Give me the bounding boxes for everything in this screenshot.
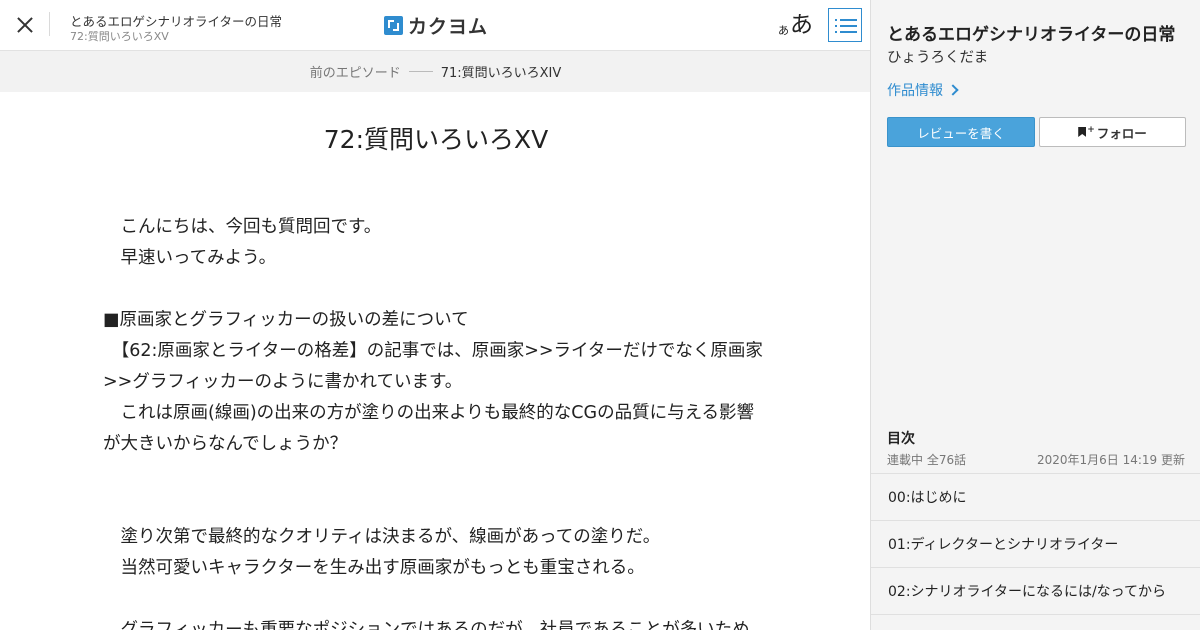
font-size-large-glyph: あ (790, 12, 813, 38)
prev-episode-link[interactable]: 前のエピソード (310, 62, 401, 81)
side-work-title[interactable]: とあるエロゲシナリオライターの日常 (887, 20, 1175, 45)
toc-item[interactable]: 02:シナリオライターになるには/なってから (871, 568, 1200, 615)
body-paragraph (103, 584, 769, 615)
chevron-right-icon (947, 84, 959, 96)
body-paragraph: 早速いってみよう。 (103, 248, 277, 268)
bookmark-icon (1078, 127, 1087, 137)
write-review-button[interactable]: レビューを書く (887, 117, 1035, 147)
kakuyomu-logo[interactable]: カクヨム (384, 13, 489, 38)
body-paragraph: 塗り次第で最終的なクオリティは決まるが、線画があっての塗りだ。 (103, 527, 661, 547)
list-icon (835, 19, 837, 21)
body-paragraph: これは原画(線画)の出来の方が塗りの出来よりも最終的なCGの品質に与える影響が大… (103, 403, 755, 454)
toc-item[interactable]: 01:ディレクターとシナリオライター (871, 521, 1200, 568)
body-paragraph: ■原画家とグラフィッカーの扱いの差について (103, 310, 469, 330)
body-paragraph (103, 460, 769, 491)
side-author[interactable]: ひょうろくだま (887, 46, 988, 67)
follow-label: フォロー (1096, 125, 1147, 141)
body-paragraph (103, 491, 769, 522)
toc-heading: 目次 (887, 431, 915, 447)
episode-nav: 前のエピソード 71:質問いろいろXIV (0, 51, 871, 92)
prev-episode-title[interactable]: 71:質問いろいろXIV (441, 62, 562, 81)
episode-content: 72:質問いろいろXV こんにちは、今回も質問回です。 早速いってみよう。 ■原… (103, 92, 769, 630)
close-icon[interactable] (14, 14, 36, 36)
body-paragraph (103, 274, 769, 305)
logo-text: カクヨム (408, 15, 489, 38)
work-info-link[interactable]: 作品情報 (887, 80, 959, 100)
font-size-small-glyph: あ (778, 24, 789, 37)
side-panel: とあるエロゲシナリオライターの日常 ひょうろくだま 作品情報 レビューを書く +… (870, 0, 1200, 630)
work-info-label: 作品情報 (887, 83, 943, 99)
nav-separator (408, 71, 433, 72)
toc-list: 00:はじめに 01:ディレクターとシナリオライター 02:シナリオライターにな… (871, 473, 1200, 615)
toc-status: 連載中 全76話 (887, 453, 967, 467)
reader-main: とあるエロゲシナリオライターの日常 72:質問いろいろXV カクヨム あ あ 前… (0, 0, 871, 630)
follow-button[interactable]: + フォロー (1039, 117, 1186, 147)
episode-body: こんにちは、今回も質問回です。 早速いってみよう。 ■原画家とグラフィッカーの扱… (103, 212, 769, 630)
toc-updated: 2020年1月6日 14:19 更新 (1036, 453, 1185, 467)
body-paragraph: 【62:原画家とライターの格差】の記事では、原画家>>ライターだけでなく原画家>… (103, 341, 763, 392)
logo-mark-icon (384, 15, 403, 35)
episode-subtitle: 72:質問いろいろXV (70, 30, 169, 43)
divider (49, 12, 50, 36)
body-paragraph: グラフィッカーも重要なポジションではあるのだが、社員であることが多いため (103, 620, 750, 630)
plus-icon: + (1087, 125, 1095, 135)
toc-item[interactable]: 00:はじめに (871, 474, 1200, 521)
font-size-button[interactable]: あ あ (778, 10, 813, 40)
episode-title: 72:質問いろいろXV (323, 125, 549, 154)
toc-toggle-button[interactable] (828, 8, 862, 42)
body-paragraph: こんにちは、今回も質問回です。 (103, 217, 382, 237)
top-bar: とあるエロゲシナリオライターの日常 72:質問いろいろXV カクヨム あ あ (0, 0, 871, 51)
body-paragraph: 当然可愛いキャラクターを生み出す原画家がもっとも重宝される。 (103, 558, 645, 578)
